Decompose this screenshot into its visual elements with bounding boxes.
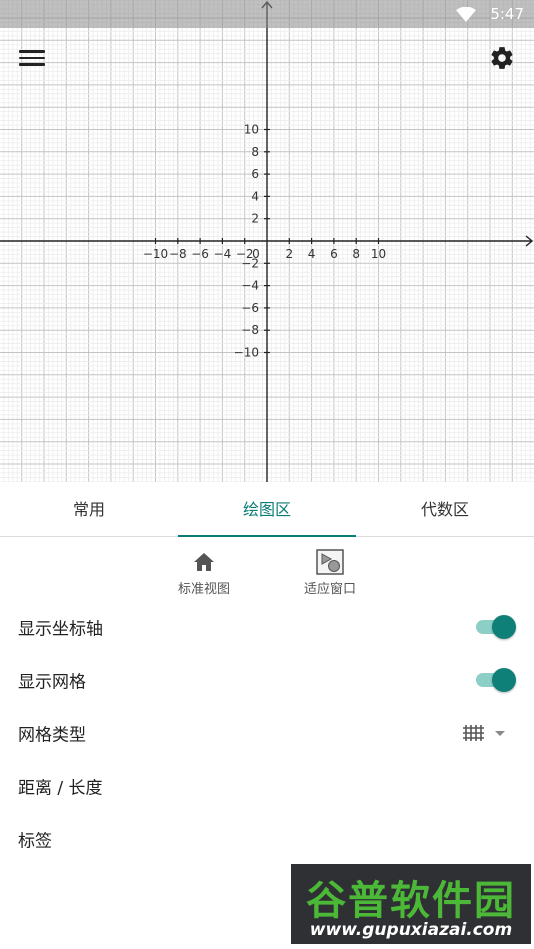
hamburger-menu-icon[interactable] xyxy=(19,47,45,69)
x-tick-label: −6 xyxy=(191,247,209,261)
status-time: 5:47 xyxy=(490,5,524,23)
distance-row[interactable]: 距离 / 长度 xyxy=(0,759,534,812)
y-tick-label: −6 xyxy=(241,301,259,315)
x-tick-label: 4 xyxy=(308,247,316,261)
grid-type-row[interactable]: 网格类型 xyxy=(0,706,534,759)
show-axes-row[interactable]: 显示坐标轴 xyxy=(0,600,534,653)
show-grid-toggle[interactable] xyxy=(476,667,516,692)
chevron-down-icon xyxy=(495,730,505,736)
x-tick-label: 2 xyxy=(285,247,293,261)
grid-type-icon xyxy=(463,724,484,741)
y-tick-label: −4 xyxy=(241,279,259,293)
y-tick-label: −10 xyxy=(234,346,259,360)
standard-view-label: 标准视图 xyxy=(177,582,230,597)
fit-window-button[interactable]: 适应窗口 xyxy=(290,548,370,597)
home-icon xyxy=(194,553,214,571)
fit-window-icon xyxy=(316,549,344,575)
y-tick-label: 10 xyxy=(244,123,259,137)
x-tick-label: −4 xyxy=(214,247,232,261)
y-tick-label: 4 xyxy=(251,189,259,203)
tab-algebra[interactable]: 代数区 xyxy=(356,482,534,536)
x-tick-label: 8 xyxy=(352,247,360,261)
grid-type-label: 网格类型 xyxy=(18,725,86,745)
y-tick-label: −8 xyxy=(241,323,259,337)
labeling-row[interactable]: 标签 xyxy=(0,812,534,865)
x-tick-label: −10 xyxy=(143,247,168,261)
y-tick-label: 8 xyxy=(251,145,259,159)
x-tick-label: −8 xyxy=(169,247,187,261)
y-tick-label: 2 xyxy=(251,212,259,226)
watermark-url: www.gupuxiazai.com xyxy=(309,920,513,940)
grid-type-dropdown[interactable] xyxy=(462,722,510,744)
show-grid-label: 显示网格 xyxy=(18,672,86,692)
watermark: 谷普软件园 www.gupuxiazai.com xyxy=(291,864,531,944)
x-tick-label: 10 xyxy=(371,247,386,261)
show-grid-row[interactable]: 显示网格 xyxy=(0,653,534,706)
show-axes-label: 显示坐标轴 xyxy=(18,619,103,639)
status-bar: 5:47 xyxy=(0,0,534,28)
gear-icon[interactable] xyxy=(489,45,515,71)
settings-tabs: 常用 绘图区 代数区 xyxy=(0,482,534,537)
x-tick-label: 6 xyxy=(330,247,338,261)
show-axes-toggle[interactable] xyxy=(476,614,516,639)
tab-basic[interactable]: 常用 xyxy=(0,482,178,536)
y-tick-label: 6 xyxy=(251,167,259,181)
labeling-label: 标签 xyxy=(18,831,52,851)
standard-view-button[interactable]: 标准视图 xyxy=(164,548,244,597)
y-tick-label: −2 xyxy=(241,256,259,270)
watermark-title: 谷普软件园 xyxy=(306,878,516,924)
tab-graphics[interactable]: 绘图区 xyxy=(178,482,356,537)
graphics-view[interactable]: −10 −8 −6 −4 −2 0 2 4 6 8 10 10 8 6 4 2 −2 −4 −6 −8 −10 xyxy=(0,0,534,482)
distance-label: 距离 / 长度 xyxy=(18,778,103,798)
coordinate-plane[interactable]: −10 −8 −6 −4 −20 2 4 6 8 10108642−2−4−6−8−10 xyxy=(0,0,534,482)
wifi-icon xyxy=(456,7,476,22)
fit-window-label: 适应窗口 xyxy=(303,582,356,597)
